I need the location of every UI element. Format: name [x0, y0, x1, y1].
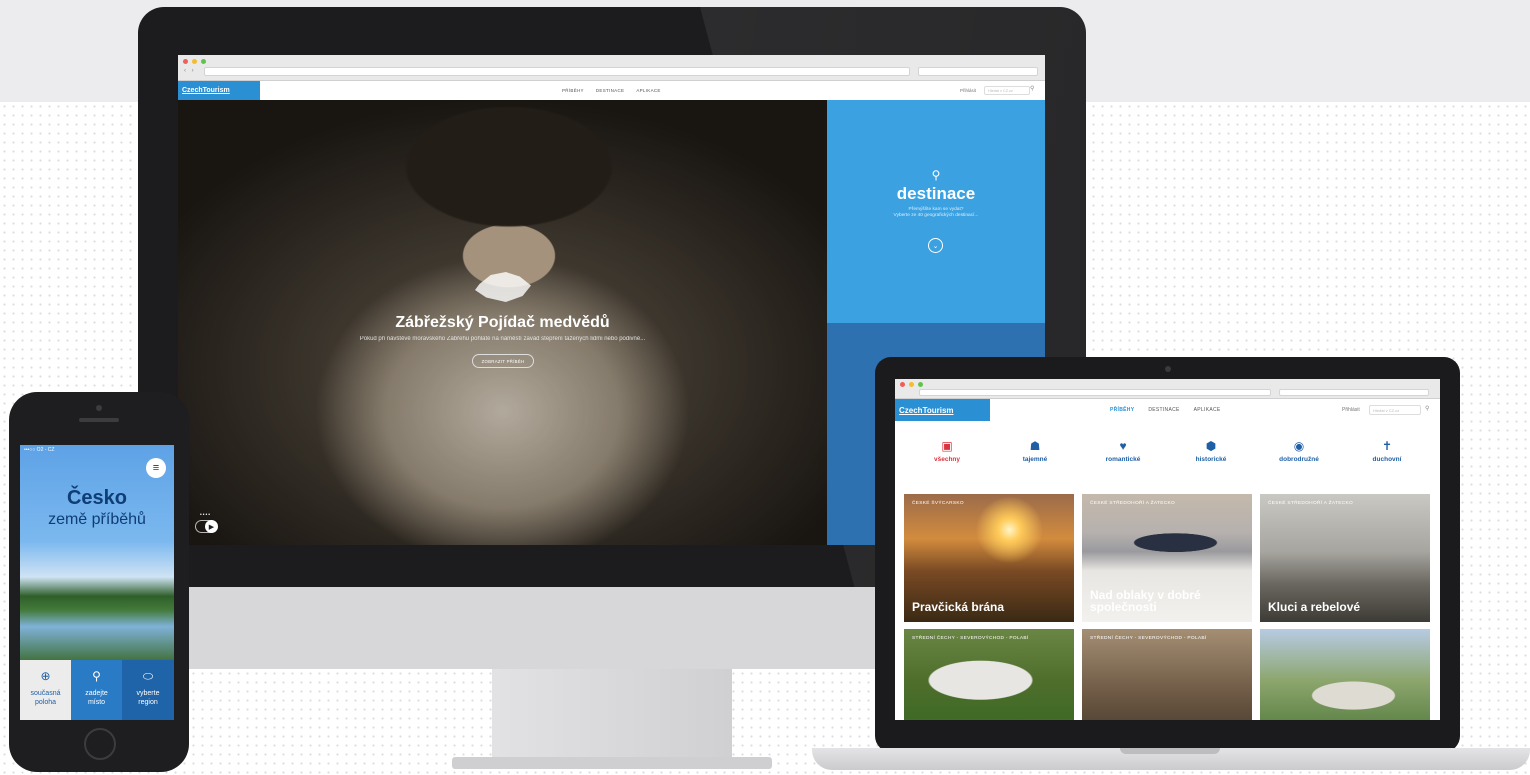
destination-subtitle-line2: Vyberte ze 40 geografických destinací... [893, 213, 979, 218]
laptop-window-controls [900, 382, 923, 387]
heart-icon: ♥ [1119, 439, 1127, 453]
card-region: ČESKÉ STŘEDOHOŘÍ A ŽATECKO [1268, 501, 1354, 506]
destination-title: destinace [896, 184, 976, 203]
search-icon[interactable]: ⚲ [1030, 85, 1034, 92]
tab-label-line1: současná [30, 690, 61, 697]
laptop-minimize-button[interactable] [909, 382, 914, 387]
tab-label-line2: místo [87, 699, 106, 706]
tab-label-line2: poloha [34, 699, 57, 706]
slider-dots[interactable]: •••• [200, 512, 211, 518]
category-duchovni[interactable]: ✝ duchovní [1352, 439, 1422, 463]
map-pin-icon: ⚲ [92, 669, 101, 683]
hero-description: Pokud při návštěvě moravského Zábřehu po… [359, 336, 646, 342]
laptop-menu-item-aplikace[interactable]: APLIKACE [1194, 407, 1221, 413]
laptop-camera [1165, 366, 1171, 372]
card-title: Pravčická brána [912, 600, 1005, 614]
menu-item-destinace[interactable]: DESTINACE [596, 88, 624, 93]
ghost-icon: ☗ [1029, 439, 1041, 453]
phone-subtitle: země příběhů [48, 511, 146, 528]
card-region: STŘEDNÍ ČECHY - SEVEROVÝCHOD - POLABÍ [912, 636, 1029, 641]
laptop-search-icon[interactable]: ⚲ [1425, 405, 1429, 412]
card-title: Nad oblaky v dobré společnosti [1090, 588, 1201, 614]
tab-enter-place[interactable]: ⚲ zadejte místo [71, 660, 122, 720]
laptop-czechtourism-logo[interactable]: CzechTourism [895, 399, 990, 421]
phone-status-bar: •••○○ O2 - CZ [24, 447, 55, 453]
minimize-window-button[interactable] [192, 59, 197, 64]
phone-title: Česko [66, 487, 128, 509]
crosshair-icon: ⊕ [40, 669, 51, 683]
show-story-button[interactable]: ZOBRAZIT PŘÍBĚH [472, 354, 534, 368]
login-link[interactable]: Přihlásit [960, 81, 976, 100]
story-card[interactable]: ČESKÉ STŘEDOHOŘÍ A ŽATECKO Nad oblaky v … [1082, 494, 1252, 622]
hero-slide: Zábřežský Pojídač medvědů Pokud při návš… [178, 100, 827, 545]
story-card[interactable]: ČESKÉ STŘEDOHOŘÍ A ŽATECKO Kluci a rebel… [1260, 494, 1430, 622]
category-romanticke[interactable]: ♥ romantické [1088, 439, 1158, 463]
inbox-icon: ▣ [941, 439, 953, 453]
phone-screen: •••○○ O2 - CZ ≡ Česko země příběhů ⊕ sou… [20, 445, 174, 720]
destination-panel[interactable]: ⚲ destinace Přemýšlíte kam se vydat? Vyb… [827, 100, 1045, 323]
story-card[interactable] [1260, 629, 1430, 720]
laptop-menu-item-pribehy[interactable]: PŘÍBĚHY [1110, 407, 1134, 413]
tab-label-line1: vyberte [136, 690, 160, 697]
hero-title: Zábřežský Pojídač medvědů [395, 314, 610, 331]
laptop-address-bar[interactable] [919, 389, 1271, 396]
imac-stand [492, 669, 732, 765]
laptop-main-menu: PŘÍBĚHY DESTINACE APLIKACE [1110, 399, 1221, 421]
back-forward-icon[interactable]: ‹ › [184, 68, 196, 74]
category-filter: ▣ všechny ☗ tajemné ♥ romantické ⬢ histo… [895, 439, 1440, 479]
cross-icon: ✝ [1381, 439, 1393, 453]
main-menu: PŘÍBĚHY DESTINACE APLIKACE [562, 81, 661, 100]
tab-current-location[interactable]: ⊕ současná poloha [20, 660, 71, 720]
menu-item-aplikace[interactable]: APLIKACE [636, 88, 660, 93]
menu-item-pribehy[interactable]: PŘÍBĚHY [562, 88, 584, 93]
map-pin-icon: ⚲ [931, 168, 941, 182]
close-window-button[interactable] [183, 59, 188, 64]
laptop-browser-toolbar [895, 379, 1440, 399]
laptop-screen: CzechTourism PŘÍBĚHY DESTINACE APLIKACE … [895, 379, 1440, 720]
category-tajemne[interactable]: ☗ tajemné [1000, 439, 1070, 463]
laptop-login-link[interactable]: Přihlásit [1342, 399, 1360, 421]
laptop-search-bar[interactable] [1279, 389, 1429, 396]
shield-icon: ⬢ [1205, 439, 1217, 453]
hamburger-menu-icon[interactable]: ≡ [146, 458, 166, 478]
window-controls [183, 59, 206, 64]
laptop-close-button[interactable] [900, 382, 905, 387]
play-icon[interactable]: ▶ [205, 520, 218, 533]
region-icon: ⬭ [142, 669, 154, 683]
category-vsechny[interactable]: ▣ všechny [912, 439, 982, 463]
tab-label-line1: zadejte [85, 690, 108, 697]
destination-subtitle: Přemýšlíte kam se vydat? Vyberte ze 40 g… [857, 207, 1015, 219]
phone-home-button[interactable] [84, 728, 116, 760]
laptop-notch [1120, 748, 1220, 754]
czechtourism-logo[interactable]: CzechTourism [178, 81, 260, 100]
story-card[interactable]: STŘEDNÍ ČECHY - SEVEROVÝCHOD - POLABÍ [904, 629, 1074, 720]
browser-toolbar: ‹ › [178, 55, 1045, 81]
phone-camera [96, 405, 102, 411]
address-bar[interactable] [204, 67, 910, 76]
story-card[interactable]: ČESKÉ ŠVÝCARSKO Pravčická brána [904, 494, 1074, 622]
imac-foot [452, 757, 772, 769]
card-region: STŘEDNÍ ČECHY - SEVEROVÝCHOD - POLABÍ [1090, 636, 1207, 641]
tab-select-region[interactable]: ⬭ vyberte region [122, 660, 174, 720]
laptop-search-input[interactable]: Hledat v CZ.cz [1369, 405, 1421, 415]
site-search-input[interactable]: Hledat v CZ.cz [984, 86, 1030, 95]
card-title: Kluci a rebelové [1268, 600, 1361, 614]
category-dobrodruzne[interactable]: ◉ dobrodružné [1264, 439, 1334, 463]
compass-icon: ◉ [1293, 439, 1305, 453]
phone-speaker [79, 418, 119, 422]
maximize-window-button[interactable] [201, 59, 206, 64]
story-card[interactable]: STŘEDNÍ ČECHY - SEVEROVÝCHOD - POLABÍ [1082, 629, 1252, 720]
card-region: ČESKÉ ŠVÝCARSKO [912, 501, 964, 506]
site-navigation: CzechTourism PŘÍBĚHY DESTINACE APLIKACE … [178, 81, 1045, 100]
laptop-maximize-button[interactable] [918, 382, 923, 387]
card-region: ČESKÉ STŘEDOHOŘÍ A ŽATECKO [1090, 501, 1176, 506]
laptop-menu-item-destinace[interactable]: DESTINACE [1148, 407, 1179, 413]
chevron-down-icon[interactable]: ⌄ [928, 238, 943, 253]
tab-label-line2: region [138, 699, 158, 706]
category-historicke[interactable]: ⬢ historické [1176, 439, 1246, 463]
browser-search-bar[interactable] [918, 67, 1038, 76]
laptop-site-navigation: CzechTourism PŘÍBĚHY DESTINACE APLIKACE … [895, 399, 1440, 421]
